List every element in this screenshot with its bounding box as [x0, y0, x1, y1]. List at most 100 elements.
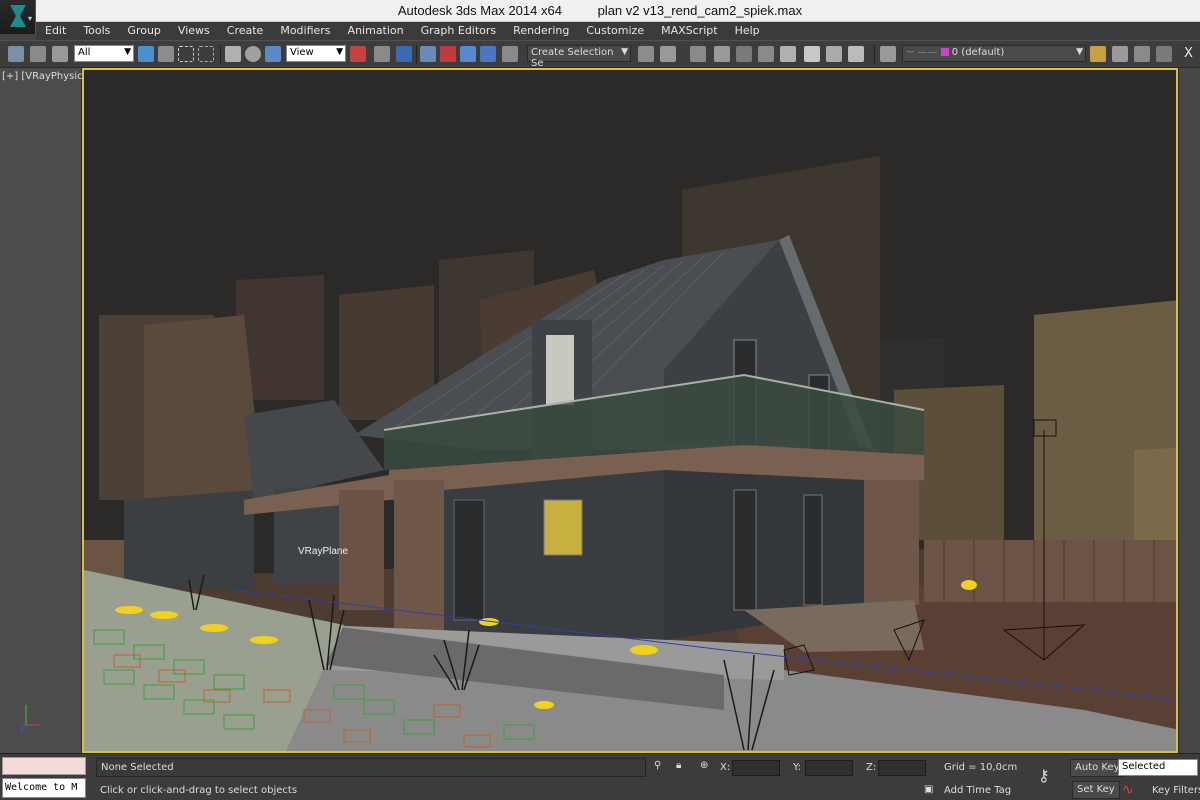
add-time-tag-icon[interactable]: ▣ [924, 784, 933, 795]
z-label: Z: [866, 762, 877, 773]
angle-snap-icon[interactable] [440, 46, 456, 62]
named-selection-sets-dropdown[interactable]: Create Selection Se ▼ [527, 45, 631, 69]
menu-views[interactable]: Views [169, 22, 218, 40]
left-command-strip [0, 68, 82, 753]
link-icon[interactable] [8, 46, 24, 62]
main-toolbar: All ▼ View ▼ Create Selection Se ▼ ~ —— 0 (… [0, 40, 1200, 69]
window-title: Autodesk 3ds Max 2014 x64 plan v2 v13_re… [0, 3, 1200, 18]
reference-coordinate-dropdown[interactable]: View ▼ [286, 45, 346, 62]
chevron-down-icon: ▼ [336, 47, 343, 57]
rotate-icon[interactable] [245, 46, 261, 62]
layer-visibility-icon: ~ —— [906, 47, 941, 58]
rendered-frame-window-icon[interactable] [826, 46, 842, 62]
selection-lock-icon[interactable]: 🔒︎ [676, 760, 681, 771]
create-layer-icon[interactable] [1090, 46, 1106, 62]
render-teapot-icon[interactable] [848, 46, 864, 62]
max-logo-icon [10, 5, 26, 27]
add-time-tag[interactable]: Add Time Tag [944, 785, 1011, 796]
selection-filter-dropdown[interactable]: All ▼ [74, 45, 134, 62]
x-label: X: [720, 762, 731, 773]
set-key-button[interactable]: Set Key [1072, 781, 1120, 799]
absolute-mode-icon[interactable]: ⊕ [700, 760, 708, 771]
isolate-selection-icon[interactable]: ⚲ [654, 760, 661, 771]
menu-rendering[interactable]: Rendering [504, 22, 577, 40]
layer-dropdown[interactable]: ~ —— 0 (default) ▼ [902, 45, 1086, 62]
schematic-view-icon[interactable] [758, 46, 774, 62]
bind-space-warp-icon[interactable] [52, 46, 68, 62]
x-coordinate-field[interactable] [732, 760, 780, 776]
grid-size: Grid = 10,0cm [944, 762, 1018, 773]
menu-maxscript[interactable]: MAXScript [652, 22, 725, 40]
menu-graph-editors[interactable]: Graph Editors [412, 22, 505, 40]
chevron-down-icon: ▼ [1076, 47, 1083, 57]
chevron-down-icon: ▼ [621, 47, 628, 57]
select-object-icon[interactable] [138, 46, 154, 62]
app-title: Autodesk 3ds Max 2014 x64 [397, 3, 562, 18]
spinner-snap-icon[interactable] [480, 46, 496, 62]
maxscript-listener-output[interactable] [2, 757, 86, 775]
layer-color-swatch [940, 48, 949, 56]
percent-snap-icon[interactable] [460, 46, 476, 62]
select-by-name-icon[interactable] [158, 46, 174, 62]
select-manipulate-icon[interactable] [374, 46, 390, 62]
toolbar-separator [874, 45, 875, 64]
pivot-center-icon[interactable] [350, 46, 366, 62]
menu-group[interactable]: Group [118, 22, 169, 40]
application-menu-button[interactable]: ▾ [0, 0, 36, 34]
key-filters-button[interactable]: Key Filters... [1152, 785, 1200, 796]
right-command-strip [1178, 68, 1200, 753]
curve-editor-icon[interactable] [736, 46, 752, 62]
add-to-layer-icon[interactable] [1112, 46, 1128, 62]
y-coordinate-field[interactable] [805, 760, 853, 776]
axis-tripod-icon [19, 705, 40, 732]
scene-render [84, 70, 1176, 751]
rectangular-selection-icon[interactable] [178, 46, 194, 62]
scale-icon[interactable] [265, 46, 281, 62]
title-bar: Autodesk 3ds Max 2014 x64 plan v2 v13_re… [0, 0, 1200, 22]
move-icon[interactable] [225, 46, 241, 62]
close-icon[interactable]: X [1184, 46, 1193, 61]
vrayplane-label: VRayPlane [298, 546, 349, 557]
graphite-modeling-icon[interactable] [714, 46, 730, 62]
curve-icon: ∿ [1122, 782, 1134, 798]
perspective-viewport[interactable]: VRayPlane [82, 68, 1178, 753]
align-icon[interactable] [660, 46, 676, 62]
reference-coordinate-value: View [290, 47, 314, 58]
key-mode-dropdown[interactable]: Selected [1118, 759, 1198, 776]
select-in-layer-icon[interactable] [1134, 46, 1150, 62]
menu-create[interactable]: Create [218, 22, 272, 40]
chevron-down-icon: ▼ [124, 47, 131, 57]
z-coordinate-field[interactable] [878, 760, 926, 776]
menu-tools[interactable]: Tools [74, 22, 118, 40]
unlink-icon[interactable] [30, 46, 46, 62]
maxscript-listener-input[interactable]: Welcome to M [2, 778, 86, 798]
menu-help[interactable]: Help [726, 22, 768, 40]
layer-manager-icon[interactable] [690, 46, 706, 62]
menu-animation[interactable]: Animation [339, 22, 412, 40]
render-setup-icon[interactable] [804, 46, 820, 62]
layer-toolbar-icon[interactable] [880, 46, 896, 62]
menu-customize[interactable]: Customize [577, 22, 652, 40]
file-title: plan v2 v13_rend_cam2_spiek.max [597, 3, 803, 18]
layer-name: 0 (default) [951, 47, 1005, 58]
menu-edit[interactable]: Edit [36, 22, 74, 40]
keyboard-shortcut-override-icon[interactable] [396, 46, 412, 62]
selection-status: None Selected [96, 758, 646, 777]
toolbar-separator [416, 45, 417, 64]
snaps-toggle-icon[interactable] [420, 46, 436, 62]
key-icon[interactable]: ⚷ [1038, 766, 1050, 785]
set-current-layer-icon[interactable] [1156, 46, 1172, 62]
auto-key-button[interactable]: Auto Key [1070, 759, 1125, 777]
mirror-icon[interactable] [638, 46, 654, 62]
selection-filter-value: All [78, 47, 91, 58]
menu-modifiers[interactable]: Modifiers [271, 22, 338, 40]
prompt-line: Click or click-and-drag to select object… [100, 785, 298, 796]
status-bar: Welcome to M None Selected Click or clic… [0, 753, 1200, 800]
edit-named-selection-icon[interactable] [502, 46, 518, 62]
y-label: Y: [793, 762, 802, 773]
toolbar-separator [220, 45, 221, 64]
window-crossing-icon[interactable] [198, 46, 214, 62]
named-selection-placeholder: Create Selection Se [531, 47, 614, 69]
material-editor-icon[interactable] [780, 46, 796, 62]
menu-bar: Edit Tools Group Views Create Modifiers Animat… [36, 22, 1200, 40]
